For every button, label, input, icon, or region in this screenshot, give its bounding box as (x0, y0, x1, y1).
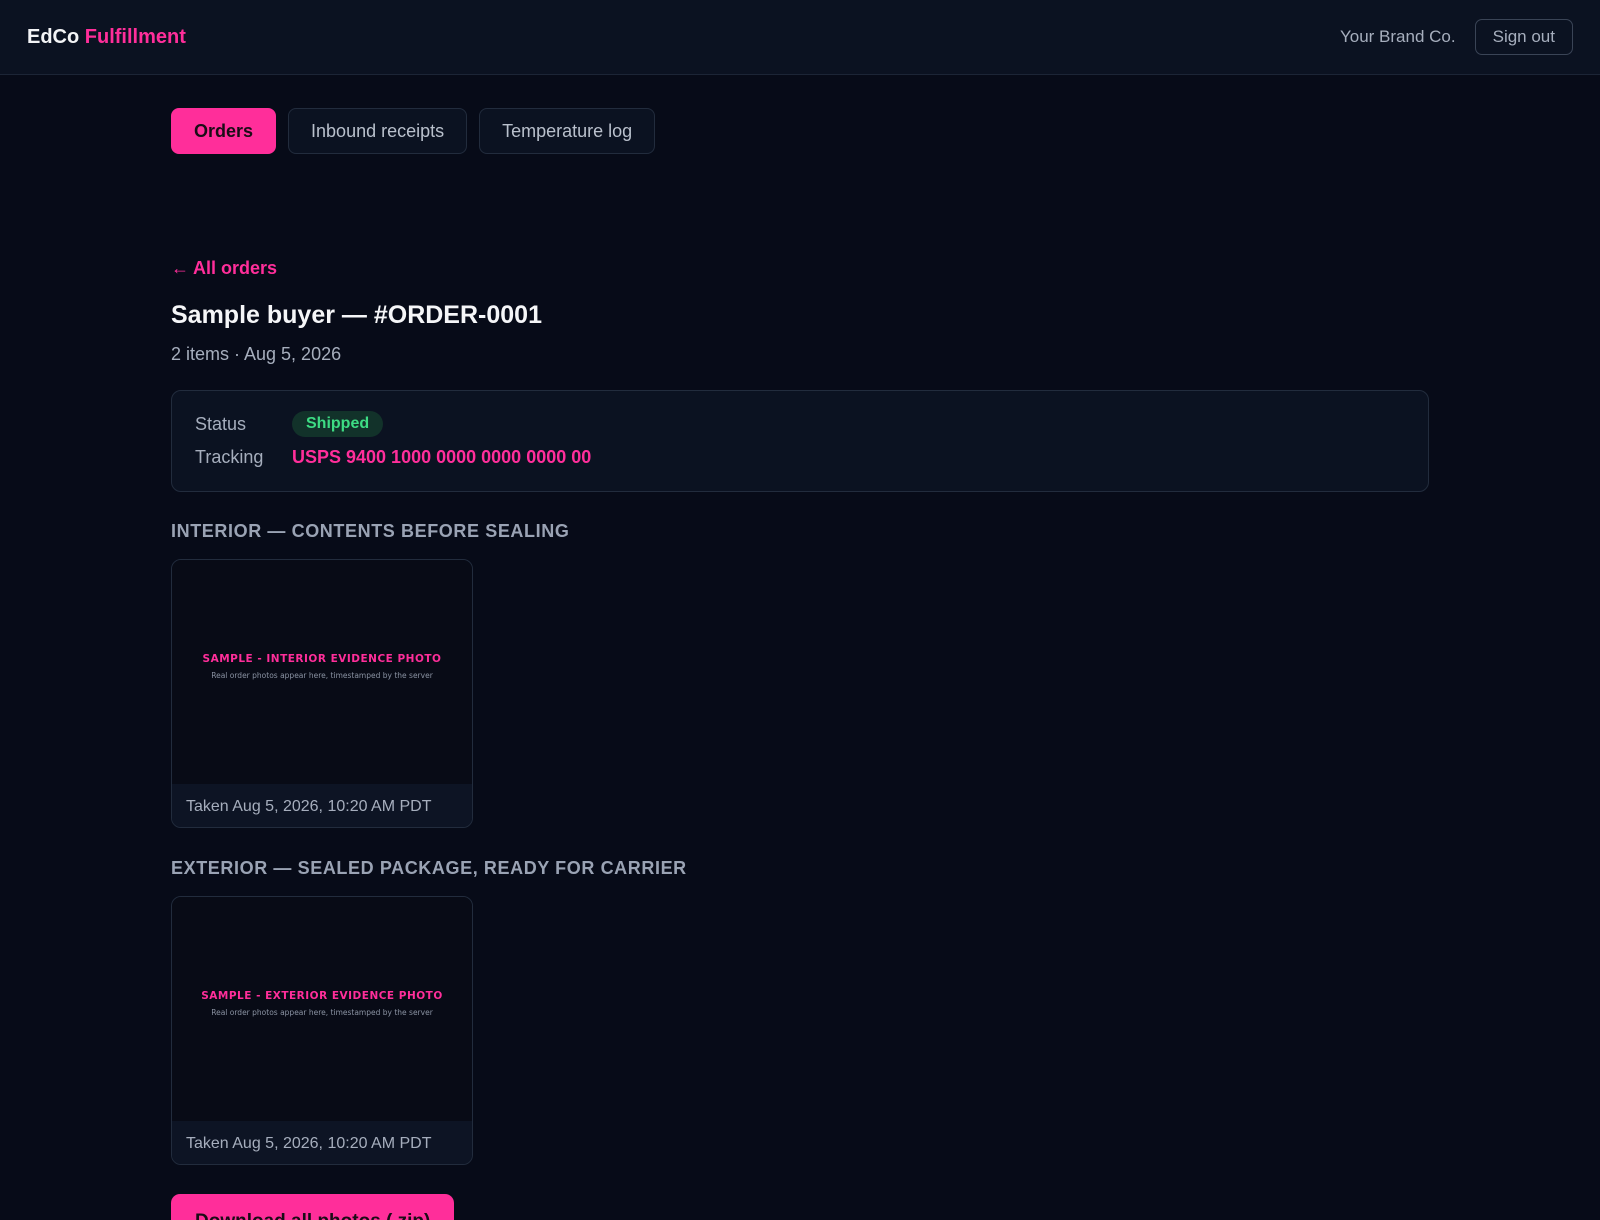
tab-inbound-receipts[interactable]: Inbound receipts (288, 108, 468, 154)
exterior-photo[interactable]: SAMPLE - EXTERIOR EVIDENCE PHOTO Real or… (172, 897, 472, 1121)
exterior-photo-title: SAMPLE - EXTERIOR EVIDENCE PHOTO (201, 989, 443, 1002)
tracking-link[interactable]: USPS 9400 1000 0000 0000 0000 00 (292, 447, 591, 468)
exterior-photo-card[interactable]: SAMPLE - EXTERIOR EVIDENCE PHOTO Real or… (171, 896, 473, 1165)
exterior-photo-subtitle: Real order photos appear here, timestamp… (211, 1007, 433, 1017)
brand-accent: Fulfillment (84, 25, 186, 48)
account-area: Your Brand Co. Sign out (1340, 19, 1573, 55)
status-row: Status Shipped (195, 411, 384, 437)
tracking-row: Tracking USPS 9400 1000 0000 0000 0000 0… (195, 447, 591, 468)
status-label: Status (195, 413, 247, 434)
top-bar: EdCo Fulfillment Your Brand Co. Sign out (0, 0, 1600, 75)
order-title: Sample buyer — #ORDER-0001 (171, 301, 542, 329)
order-summary: 2 items · Aug 5, 2026 (171, 344, 342, 364)
exterior-photo-timestamp: Taken Aug 5, 2026, 10:20 AM PDT (172, 1121, 472, 1164)
back-arrow-icon: ← (171, 258, 189, 278)
sign-out-button[interactable]: Sign out (1474, 19, 1573, 55)
exterior-section-heading: EXTERIOR — SEALED PACKAGE, READY FOR CAR… (171, 858, 687, 878)
interior-photo-timestamp: Taken Aug 5, 2026, 10:20 AM PDT (172, 784, 472, 827)
brand-name: EdCo (27, 25, 80, 48)
interior-photo-title: SAMPLE - INTERIOR EVIDENCE PHOTO (202, 652, 442, 665)
interior-photo-subtitle: Real order photos appear here, timestamp… (211, 670, 433, 680)
interior-photo[interactable]: SAMPLE - INTERIOR EVIDENCE PHOTO Real or… (172, 560, 472, 784)
account-name: Your Brand Co. (1339, 27, 1456, 46)
download-all-photos-button[interactable]: Download all photos (.zip) (171, 1194, 455, 1220)
back-link-label: All orders (193, 258, 278, 278)
interior-photo-card[interactable]: SAMPLE - INTERIOR EVIDENCE PHOTO Real or… (171, 559, 473, 828)
tab-temperature-log[interactable]: Temperature log (479, 108, 656, 154)
back-to-all-orders-link[interactable]: ← All orders (171, 258, 277, 279)
status-card: Status Shipped Tracking USPS 9400 1000 0… (171, 390, 1429, 492)
tracking-label: Tracking (195, 447, 264, 467)
brand-logo[interactable]: EdCo Fulfillment (27, 26, 186, 49)
status-badge: Shipped (292, 411, 384, 437)
tab-bar: Orders Inbound receipts Temperature log (171, 108, 656, 154)
interior-section-heading: INTERIOR — CONTENTS BEFORE SEALING (171, 521, 570, 541)
tab-orders[interactable]: Orders (171, 108, 277, 154)
